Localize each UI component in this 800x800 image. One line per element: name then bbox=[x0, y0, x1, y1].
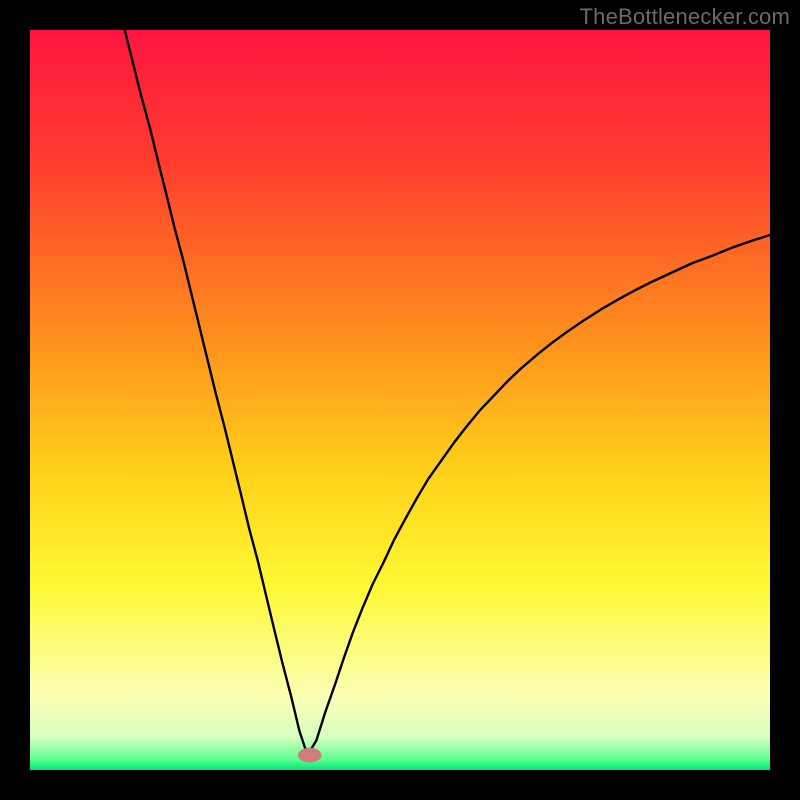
chart-svg bbox=[30, 30, 770, 770]
minimum-marker bbox=[298, 748, 322, 763]
plot-area bbox=[30, 30, 770, 770]
gradient-rect bbox=[30, 30, 770, 770]
watermark-text: TheBottlenecker.com bbox=[580, 4, 790, 30]
chart-frame: TheBottlenecker.com bbox=[0, 0, 800, 800]
